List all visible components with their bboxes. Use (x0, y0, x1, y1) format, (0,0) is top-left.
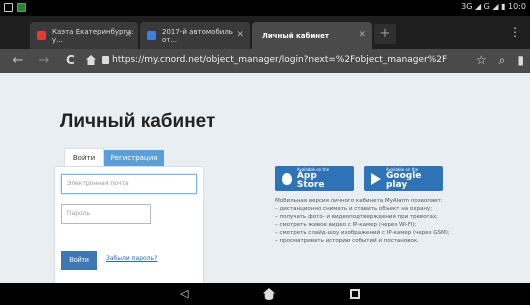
nav-bar: ◁ (0, 283, 530, 305)
app-notification-icon (17, 3, 26, 12)
email-field[interactable]: Электронная почта (61, 174, 197, 194)
google-play-button[interactable]: Available on the Google play (364, 166, 443, 191)
tab-lichny-kabinet[interactable]: Личный кабинет ✕ (252, 22, 372, 49)
auth-tabs: Войти Регистрация (64, 148, 164, 166)
back-triangle-icon[interactable]: ◁ (180, 287, 188, 300)
description-intro: Мобильная версия личного кабинета MyAlar… (275, 198, 443, 204)
search-icon[interactable]: ⌕ (499, 53, 506, 68)
list-item: смотреть слайд-шоу изображений с IP-каме… (275, 229, 505, 237)
url-field[interactable]: https://my.cnord.net/object_manager/logi… (112, 55, 447, 65)
favicon-icon (147, 31, 156, 40)
login-form: Электронная почта Пароль Войти Забыли па… (54, 166, 204, 286)
feature-list: дистанционно снимать и ставить объект на… (275, 205, 505, 245)
reload-icon[interactable]: C (66, 53, 75, 67)
status-indicators: 3G ◢ G ◢ ▮ 10:0 (461, 2, 526, 11)
page-content: Личный кабинет Войти Регистрация Электро… (0, 73, 530, 286)
status-bar: 3G ◢ G ◢ ▮ 10:0 (0, 0, 530, 16)
login-button[interactable]: Войти (61, 251, 97, 270)
tab-auto[interactable]: 2017-й автомобиль от... ✕ (140, 22, 250, 49)
close-tab-icon[interactable]: ✕ (124, 30, 132, 40)
apple-icon (282, 172, 292, 185)
list-item: просматривать историю событий и постанов… (275, 237, 505, 245)
tab-login[interactable]: Войти (64, 148, 104, 166)
forward-arrow-icon[interactable]: → (34, 53, 54, 68)
login-panel: Войти Регистрация Электронная почта Паро… (54, 146, 204, 286)
tab-kazeta[interactable]: Каэта Екатеринбурга: у... ✕ (30, 22, 138, 49)
close-tab-icon[interactable]: ✕ (358, 30, 366, 40)
tab-register[interactable]: Регистрация (104, 150, 164, 166)
app-description: Мобильная версия личного кабинета MyAlar… (275, 197, 505, 245)
home-icon[interactable] (86, 55, 96, 65)
favicon-icon (37, 31, 46, 40)
home-circle-icon[interactable] (263, 288, 275, 300)
list-item: получать фото- и видеоподтверждения при … (275, 213, 505, 221)
new-tab-button[interactable]: + (374, 24, 396, 44)
lock-icon (102, 56, 109, 64)
menu-icon[interactable]: ⋮ (509, 26, 521, 38)
password-field[interactable]: Пароль (61, 204, 151, 224)
list-item: дистанционно снимать и ставить объект на… (275, 205, 505, 213)
store-badges: Available on the App Store Available on … (275, 166, 443, 191)
bookmarks-icon[interactable]: ▮ (517, 53, 524, 68)
forgot-password-link[interactable]: Забыли пароль? (106, 255, 157, 262)
address-bar: ← → C https://my.cnord.net/object_manage… (0, 49, 530, 73)
close-tab-icon[interactable]: ✕ (236, 30, 244, 40)
tab-strip: Каэта Екатеринбурга: у... ✕ 2017-й автом… (0, 16, 530, 49)
store-name: App Store (296, 170, 325, 190)
store-name: Google play (386, 170, 422, 190)
page-title: Личный кабинет (60, 111, 216, 132)
tab-title: Личный кабинет (262, 31, 329, 40)
bookmark-star-icon[interactable]: ☆ (476, 53, 487, 68)
recent-apps-icon[interactable] (350, 289, 360, 299)
back-arrow-icon[interactable]: ← (8, 53, 28, 68)
notification-icon (4, 3, 13, 12)
list-item: смотреть живое видео с IP-камер (через W… (275, 221, 505, 229)
app-store-button[interactable]: Available on the App Store (275, 166, 354, 191)
google-play-icon (371, 172, 381, 185)
